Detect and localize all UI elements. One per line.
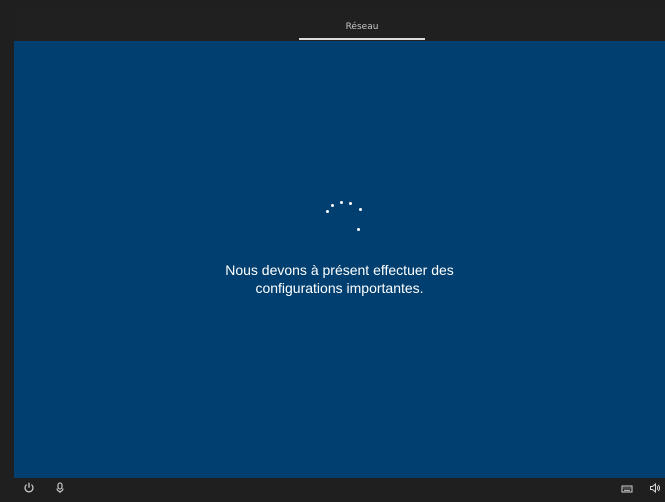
microphone-icon[interactable] xyxy=(51,482,69,500)
loading-spinner-icon xyxy=(325,195,365,235)
tab-network[interactable]: Réseau xyxy=(299,9,425,41)
volume-icon[interactable] xyxy=(646,482,664,500)
top-navigation-bar: Réseau xyxy=(14,9,665,41)
oobe-screen: Réseau Nous devons à présent effectuer d… xyxy=(0,0,665,502)
keyboard-icon[interactable] xyxy=(618,482,636,500)
bottom-toolbar xyxy=(0,478,665,502)
spinner-dot xyxy=(340,201,343,204)
main-panel: Nous devons à présent effectuer des conf… xyxy=(14,41,665,478)
spinner-dot xyxy=(349,202,352,205)
ease-of-access-icon[interactable] xyxy=(20,482,38,500)
setup-message-line-2: configurations importantes. xyxy=(255,280,424,296)
setup-message-line-1: Nous devons à présent effectuer des xyxy=(225,262,454,278)
tab-active-indicator xyxy=(299,38,425,40)
spinner-dot xyxy=(331,204,334,207)
spinner-dot xyxy=(357,228,360,231)
tab-network-label: Réseau xyxy=(345,22,379,32)
spinner-dot xyxy=(359,208,362,211)
spinner-dot xyxy=(326,210,329,213)
setup-message: Nous devons à présent effectuer des conf… xyxy=(14,261,665,297)
